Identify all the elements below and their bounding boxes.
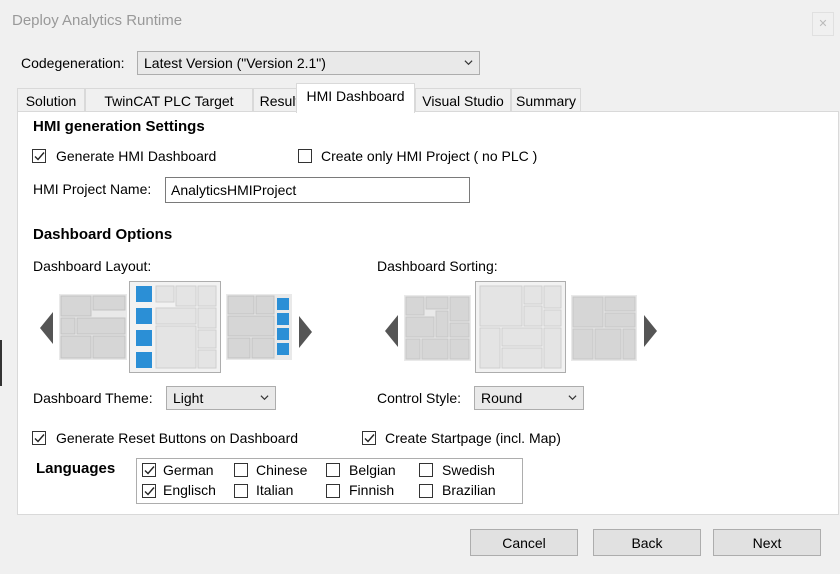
- reset-buttons-label: Generate Reset Buttons on Dashboard: [56, 430, 299, 446]
- title-bar: Deploy Analytics Runtime ✕: [0, 0, 840, 40]
- sorting-grid-icon: [405, 296, 470, 360]
- layout-grid-icon: [60, 295, 126, 359]
- language-label: Englisch: [163, 482, 216, 498]
- chevron-down-icon: [464, 60, 473, 66]
- tab-label: Solution: [25, 93, 77, 109]
- language-label: Swedish: [442, 462, 495, 478]
- sorting-thumbnail-next[interactable]: [571, 295, 637, 361]
- only-hmi-project-checkbox[interactable]: [298, 149, 312, 163]
- language-belgian-checkbox[interactable]: [326, 463, 340, 477]
- language-german-checkbox[interactable]: [142, 463, 156, 477]
- tab-visual-studio[interactable]: Visual Studio: [415, 88, 511, 112]
- project-name-label: HMI Project Name:: [33, 181, 152, 197]
- generate-hmi-label: Generate HMI Dashboard: [56, 148, 217, 164]
- checkmark-icon: [34, 152, 45, 161]
- tab-label: TwinCAT PLC Target: [104, 93, 234, 109]
- only-hmi-project-label: Create only HMI Project ( no PLC ): [321, 148, 538, 164]
- reset-buttons-checkbox[interactable]: [32, 431, 46, 445]
- dashboard-layout-label: Dashboard Layout:: [33, 258, 152, 274]
- checkmark-icon: [144, 487, 155, 496]
- language-label: Italian: [256, 482, 294, 498]
- generate-hmi-checkbox[interactable]: [32, 149, 46, 163]
- window-title: Deploy Analytics Runtime: [12, 12, 183, 29]
- layout-sidebar-right-icon: [227, 295, 289, 359]
- language-swedish-checkbox[interactable]: [419, 463, 433, 477]
- checkmark-icon: [34, 434, 45, 443]
- language-label: Belgian: [349, 462, 396, 478]
- startpage-label: Create Startpage (incl. Map): [385, 430, 561, 446]
- sorting-next-arrow-icon[interactable]: [644, 315, 657, 347]
- layout-thumbnail-selected[interactable]: [129, 281, 221, 373]
- back-label: Back: [631, 535, 663, 551]
- languages-label: Languages: [36, 460, 116, 477]
- tab-twincat-plc-target[interactable]: TwinCAT PLC Target: [85, 88, 253, 112]
- window-edge: [0, 340, 2, 386]
- language-chinese-checkbox[interactable]: [234, 463, 248, 477]
- checkmark-icon: [364, 434, 375, 443]
- layout-thumbnail-next[interactable]: [226, 294, 292, 360]
- checkmark-icon: [144, 466, 155, 475]
- sorting-blocks-icon: [572, 296, 636, 360]
- language-label: Chinese: [256, 462, 308, 478]
- cancel-label: Cancel: [502, 535, 546, 551]
- tab-label: Summary: [516, 93, 576, 109]
- next-label: Next: [752, 535, 782, 551]
- language-brazilian-checkbox[interactable]: [419, 484, 433, 498]
- language-label: Brazilian: [442, 482, 496, 498]
- startpage-checkbox[interactable]: [362, 431, 376, 445]
- back-button[interactable]: Back: [593, 529, 701, 556]
- hmi-section-title: HMI generation Settings: [33, 118, 205, 135]
- layout-prev-arrow-icon[interactable]: [40, 312, 53, 344]
- sorting-thumbnail-prev[interactable]: [404, 295, 471, 361]
- next-button[interactable]: Next: [713, 529, 821, 556]
- theme-value: Light: [173, 390, 204, 406]
- theme-combo[interactable]: Light: [166, 386, 276, 410]
- control-style-combo[interactable]: Round: [474, 386, 584, 410]
- sorting-layout-icon: [479, 285, 562, 369]
- dashboard-sorting-label: Dashboard Sorting:: [377, 258, 498, 274]
- control-style-value: Round: [481, 390, 523, 406]
- tab-label: Visual Studio: [422, 93, 504, 109]
- project-name-input[interactable]: AnalyticsHMIProject: [165, 177, 470, 203]
- dashboard-section-title: Dashboard Options: [33, 226, 173, 243]
- theme-label: Dashboard Theme:: [33, 390, 153, 406]
- layout-sidebar-icon: [136, 285, 217, 369]
- codegeneration-label: Codegeneration:: [21, 55, 125, 71]
- sorting-prev-arrow-icon[interactable]: [385, 315, 398, 347]
- language-finnish-checkbox[interactable]: [326, 484, 340, 498]
- cancel-button[interactable]: Cancel: [470, 529, 578, 556]
- tab-label: HMI Dashboard: [306, 88, 405, 104]
- codegeneration-value: Latest Version ("Version 2.1"): [144, 55, 326, 71]
- project-name-value: AnalyticsHMIProject: [171, 182, 297, 198]
- language-label: German: [163, 462, 214, 478]
- layout-thumbnail-prev[interactable]: [59, 294, 127, 360]
- close-icon[interactable]: ✕: [812, 12, 834, 36]
- tab-solution[interactable]: Solution: [17, 88, 85, 112]
- codegeneration-combo[interactable]: Latest Version ("Version 2.1"): [137, 51, 480, 75]
- sorting-thumbnail-selected[interactable]: [475, 281, 566, 373]
- tab-hmi-dashboard[interactable]: HMI Dashboard: [296, 83, 415, 113]
- language-label: Finnish: [349, 482, 395, 498]
- language-italian-checkbox[interactable]: [234, 484, 248, 498]
- control-style-label: Control Style:: [377, 390, 462, 406]
- tab-summary[interactable]: Summary: [511, 88, 581, 112]
- language-englisch-checkbox[interactable]: [142, 484, 156, 498]
- chevron-down-icon: [568, 395, 577, 401]
- layout-next-arrow-icon[interactable]: [299, 316, 312, 348]
- chevron-down-icon: [260, 395, 269, 401]
